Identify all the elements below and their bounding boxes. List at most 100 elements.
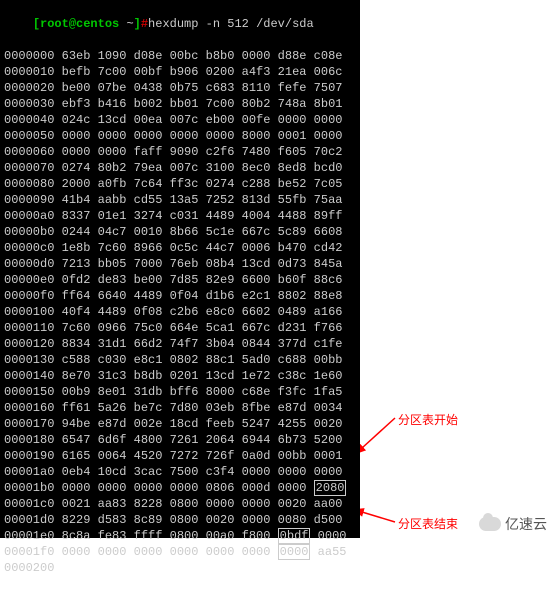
hex-offset: 00001a0 <box>4 465 54 479</box>
hex-bytes: 1e8b 7c60 8966 0c5c 44c7 0006 b470 cd42 <box>62 241 343 255</box>
arrow-start <box>362 418 395 448</box>
hex-bytes: befb 7c00 00bf b906 0200 a4f3 21ea 006c <box>62 65 343 79</box>
hex-bytes: 40f4 4489 0f08 c2b6 e8c0 6602 0489 a166 <box>62 305 343 319</box>
highlight-box: 0000 <box>278 544 311 560</box>
hex-bytes: 41b4 aabb cd55 13a5 7252 813d 55fb 75aa <box>62 193 343 207</box>
command-line: hexdump -n 512 /dev/sda <box>148 17 314 31</box>
hex-row: 00001f0 0000 0000 0000 0000 0000 0000 00… <box>4 544 356 560</box>
annotation-start-label: 分区表开始 <box>398 412 458 428</box>
hexdump-body: 0000000 63eb 1090 d08e 00bc b8b0 0000 d8… <box>4 48 356 576</box>
hex-bytes: ff61 5a26 be7c 7d80 03eb 8fbe e87d 0034 <box>62 401 343 415</box>
hex-bytes: 8229 d583 8c89 0800 0020 0000 0080 d500 <box>62 513 343 527</box>
hex-row: 0000180 6547 6d6f 4800 7261 2064 6944 6b… <box>4 432 356 448</box>
hex-bytes: 00b9 8e01 31db bff6 8000 c68e f3fc 1fa5 <box>62 385 343 399</box>
hex-row: 00000a0 8337 01e1 3274 c031 4489 4004 44… <box>4 208 356 224</box>
prompt-user-host: [root@centos <box>33 17 119 31</box>
hex-offset: 0000130 <box>4 353 54 367</box>
hex-bytes: 7213 bb05 7000 76eb 08b4 13cd 0d73 845a <box>62 257 343 271</box>
hex-bytes: 63eb 1090 d08e 00bc b8b0 0000 d88e c08e <box>62 49 343 63</box>
hex-offset: 0000010 <box>4 65 54 79</box>
hex-offset: 0000110 <box>4 321 54 335</box>
hex-offset: 00001d0 <box>4 513 54 527</box>
hex-row: 0000000 63eb 1090 d08e 00bc b8b0 0000 d8… <box>4 48 356 64</box>
hex-offset: 0000140 <box>4 369 54 383</box>
hex-bytes: 0021 aa83 8228 0800 0000 0000 0020 aa00 <box>62 497 343 511</box>
hex-offset: 0000120 <box>4 337 54 351</box>
hex-offset: 0000160 <box>4 401 54 415</box>
hex-bytes: 024c 13cd 00ea 007c eb00 00fe 0000 0000 <box>62 113 343 127</box>
hex-bytes: 0244 04c7 0010 8b66 5c1e 667c 5c89 6608 <box>62 225 343 239</box>
watermark: 亿速云 <box>479 516 547 532</box>
hex-bytes: 8e70 31c3 b8db 0201 13cd 1e72 c38c 1e60 <box>62 369 343 383</box>
hex-offset: 0000000 <box>4 49 54 63</box>
hex-row: 0000170 94be e87d 002e 18cd feeb 5247 42… <box>4 416 356 432</box>
hex-row: 00001e0 8c8a fe83 ffff 0800 00a0 f800 0b… <box>4 528 356 544</box>
hex-row: 0000090 41b4 aabb cd55 13a5 7252 813d 55… <box>4 192 356 208</box>
hex-offset: 00000f0 <box>4 289 54 303</box>
hex-row: 00000c0 1e8b 7c60 8966 0c5c 44c7 0006 b4… <box>4 240 356 256</box>
hex-bytes: be00 07be 0438 0b75 c683 8110 fefe 7507 <box>62 81 343 95</box>
hex-bytes: 7c60 0966 75c0 664e 5ca1 667c d231 f766 <box>62 321 343 335</box>
hex-bytes: 0eb4 10cd 3cac 7500 c3f4 0000 0000 0000 <box>62 465 343 479</box>
hex-offset: 00001e0 <box>4 529 54 543</box>
hex-offset: 0000070 <box>4 161 54 175</box>
hex-bytes: 0000 <box>310 529 346 543</box>
hex-row: 00000e0 0fd2 de83 be00 7d85 82e9 6600 b6… <box>4 272 356 288</box>
hex-row: 0000190 6165 0064 4520 7272 726f 0a0d 00… <box>4 448 356 464</box>
hex-bytes: c588 c030 e8c1 0802 88c1 5ad0 c688 00bb <box>62 353 343 367</box>
hex-bytes: ebf3 b416 b002 bb01 7c00 80b2 748a 8b01 <box>62 97 343 111</box>
hex-bytes: 8834 31d1 66d2 74f7 3b04 0844 377d c1fe <box>62 337 343 351</box>
hex-row: 00000d0 7213 bb05 7000 76eb 08b4 13cd 0d… <box>4 256 356 272</box>
hex-row: 0000060 0000 0000 faff 9090 c2f6 7480 f6… <box>4 144 356 160</box>
terminal-pane[interactable]: [root@centos ~]#hexdump -n 512 /dev/sda … <box>0 0 360 538</box>
hex-offset: 00001c0 <box>4 497 54 511</box>
annotation-end-label: 分区表结束 <box>398 516 458 532</box>
hex-offset: 0000150 <box>4 385 54 399</box>
hex-bytes: 0000 0000 0000 0000 0000 0000 <box>62 545 278 559</box>
hex-row: 0000130 c588 c030 e8c1 0802 88c1 5ad0 c6… <box>4 352 356 368</box>
hex-row: 0000080 2000 a0fb 7c64 ff3c 0274 c288 be… <box>4 176 356 192</box>
hex-bytes: 0274 80b2 79ea 007c 3100 8ec0 8ed8 bcd0 <box>62 161 343 175</box>
hex-bytes: 0000 0000 0000 0000 0000 8000 0001 0000 <box>62 129 343 143</box>
hex-row: 0000050 0000 0000 0000 0000 0000 8000 00… <box>4 128 356 144</box>
terminal-output: [root@centos ~]#hexdump -n 512 /dev/sda … <box>0 0 360 608</box>
hex-row: 00000b0 0244 04c7 0010 8b66 5c1e 667c 5c… <box>4 224 356 240</box>
hex-bytes: aa55 <box>310 545 346 559</box>
hex-bytes: 8337 01e1 3274 c031 4489 4004 4488 89ff <box>62 209 343 223</box>
hex-row: 0000100 40f4 4489 0f08 c2b6 e8c0 6602 04… <box>4 304 356 320</box>
hex-row: 0000010 befb 7c00 00bf b906 0200 a4f3 21… <box>4 64 356 80</box>
hex-bytes: 6165 0064 4520 7272 726f 0a0d 00bb 0001 <box>62 449 343 463</box>
hex-row: 0000160 ff61 5a26 be7c 7d80 03eb 8fbe e8… <box>4 400 356 416</box>
watermark-text: 亿速云 <box>505 516 547 532</box>
hex-offset: 00001b0 <box>4 481 54 495</box>
hex-offset: 0000100 <box>4 305 54 319</box>
hex-offset: 0000200 <box>4 561 54 575</box>
hex-bytes: 0000 0000 faff 9090 c2f6 7480 f605 70c2 <box>62 145 343 159</box>
hex-row: 00001a0 0eb4 10cd 3cac 7500 c3f4 0000 00… <box>4 464 356 480</box>
highlight-box: 0bdf <box>278 528 311 544</box>
hex-row: 0000140 8e70 31c3 b8db 0201 13cd 1e72 c3… <box>4 368 356 384</box>
hex-bytes: ff64 6640 4489 0f04 d1b6 e2c1 8802 88e8 <box>62 289 343 303</box>
hex-bytes: 2000 a0fb 7c64 ff3c 0274 c288 be52 7c05 <box>62 177 343 191</box>
hex-row: 00001c0 0021 aa83 8228 0800 0000 0000 00… <box>4 496 356 512</box>
hex-offset: 0000090 <box>4 193 54 207</box>
hex-row: 0000070 0274 80b2 79ea 007c 3100 8ec0 8e… <box>4 160 356 176</box>
hex-offset: 00001f0 <box>4 545 54 559</box>
hex-row: 0000120 8834 31d1 66d2 74f7 3b04 0844 37… <box>4 336 356 352</box>
hex-offset: 0000170 <box>4 417 54 431</box>
hex-row: 00001d0 8229 d583 8c89 0800 0020 0000 00… <box>4 512 356 528</box>
hex-row: 0000200 <box>4 560 356 576</box>
prompt-cwd: ~ <box>126 17 133 31</box>
hex-offset: 0000060 <box>4 145 54 159</box>
hex-offset: 0000190 <box>4 449 54 463</box>
hex-offset: 0000030 <box>4 97 54 111</box>
prompt-bracket-close: ] <box>134 17 141 31</box>
hex-row: 0000030 ebf3 b416 b002 bb01 7c00 80b2 74… <box>4 96 356 112</box>
arrows-svg <box>360 0 553 538</box>
hex-offset: 00000c0 <box>4 241 54 255</box>
hex-row: 0000040 024c 13cd 00ea 007c eb00 00fe 00… <box>4 112 356 128</box>
hex-offset: 0000040 <box>4 113 54 127</box>
hex-row: 00000f0 ff64 6640 4489 0f04 d1b6 e2c1 88… <box>4 288 356 304</box>
cloud-icon <box>479 517 501 531</box>
hex-offset: 00000d0 <box>4 257 54 271</box>
